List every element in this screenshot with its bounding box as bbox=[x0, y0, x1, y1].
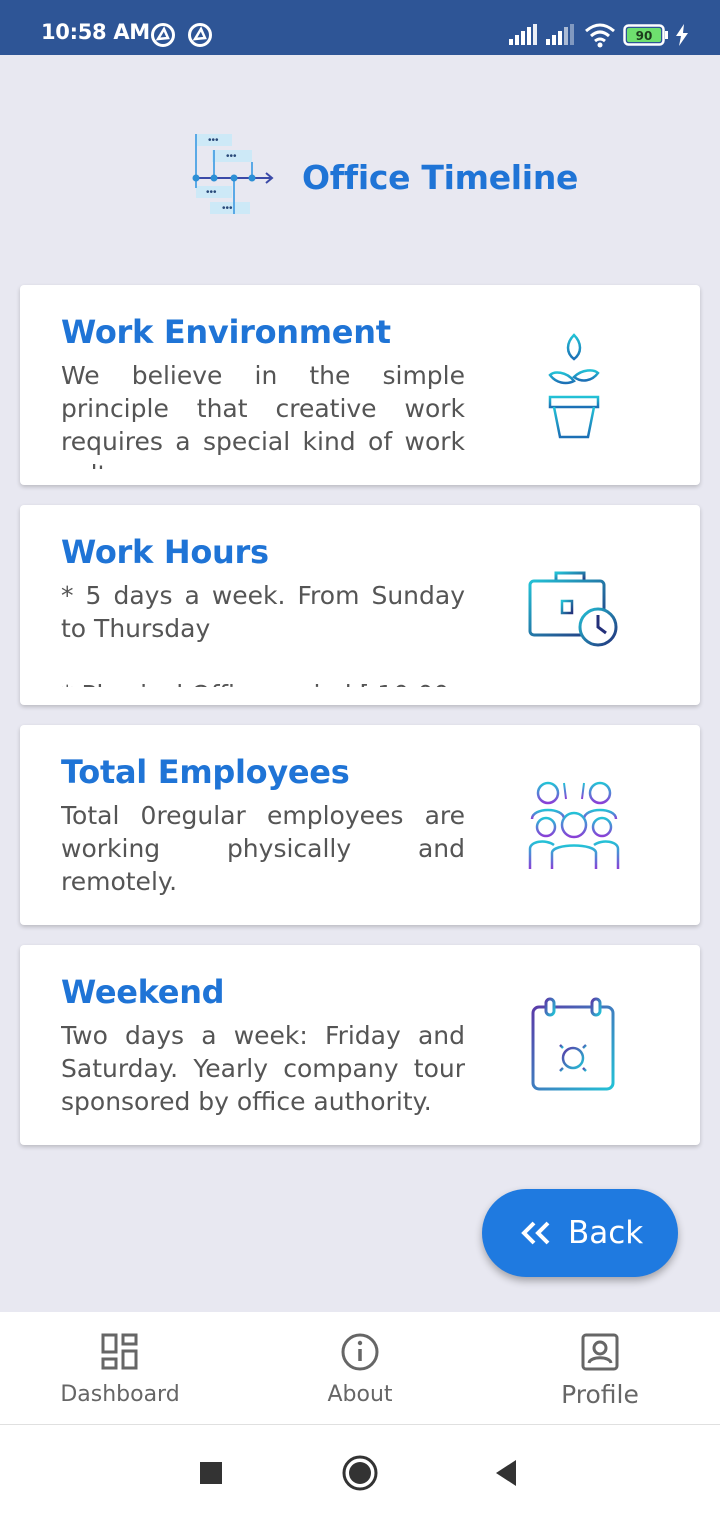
nav-item-about[interactable]: About bbox=[240, 1312, 480, 1424]
card-title: Work Hours bbox=[61, 533, 269, 571]
wifi-icon bbox=[584, 22, 616, 53]
double-chevron-left-icon bbox=[520, 1217, 552, 1254]
charging-icon bbox=[675, 24, 689, 51]
nav-item-profile[interactable]: Profile bbox=[480, 1312, 720, 1424]
bottom-nav: Dashboard About Profile bbox=[0, 1312, 720, 1424]
home-button[interactable] bbox=[341, 1454, 379, 1497]
svg-text:•••: ••• bbox=[222, 203, 233, 214]
dashboard-icon bbox=[100, 1332, 140, 1377]
calendar-sun-icon bbox=[530, 997, 616, 1098]
back-button[interactable]: Back bbox=[482, 1189, 678, 1277]
team-icon bbox=[524, 775, 624, 880]
battery-level: 90 bbox=[636, 29, 653, 43]
nav-item-dashboard[interactable]: Dashboard bbox=[0, 1312, 240, 1424]
battery-icon: 90 bbox=[623, 23, 671, 52]
nav-label: About bbox=[327, 1382, 393, 1407]
card-title: Weekend bbox=[61, 973, 225, 1011]
info-icon bbox=[340, 1332, 380, 1377]
back-nav-button[interactable] bbox=[494, 1459, 518, 1492]
card-weekend[interactable]: Weekend Two days a week: Friday and Satu… bbox=[20, 945, 700, 1145]
card-body: We believe in the simple principle that … bbox=[61, 361, 465, 469]
page-title: Office Timeline bbox=[302, 158, 579, 197]
back-button-label: Back bbox=[568, 1215, 644, 1251]
svg-text:•••: ••• bbox=[206, 187, 217, 198]
nav-label: Profile bbox=[561, 1380, 639, 1409]
plant-icon bbox=[532, 325, 616, 450]
status-time: 10:58 AM bbox=[41, 20, 150, 44]
card-body: Two days a week: Friday and Saturday. Ye… bbox=[61, 1021, 465, 1116]
signal-icon bbox=[545, 24, 575, 51]
card-title: Total Employees bbox=[61, 753, 350, 791]
card-body: * 5 days a week. From Sunday to Thursday… bbox=[61, 581, 465, 687]
nav-label: Dashboard bbox=[60, 1382, 180, 1407]
card-body: Total 0regular employees are working phy… bbox=[61, 801, 465, 896]
svg-text:•••: ••• bbox=[226, 151, 237, 162]
card-title: Work Environment bbox=[61, 313, 391, 351]
system-nav-bar bbox=[0, 1425, 720, 1520]
profile-icon bbox=[580, 1332, 620, 1377]
notification-icon bbox=[150, 22, 176, 53]
svg-text:•••: ••• bbox=[208, 135, 219, 146]
briefcase-clock-icon bbox=[526, 567, 622, 658]
page-header: ••• ••• ••• ••• Office Timeline bbox=[0, 120, 720, 230]
card-work-hours[interactable]: Work Hours * 5 days a week. From Sunday … bbox=[20, 505, 700, 705]
card-work-environment[interactable]: Work Environment We believe in the simpl… bbox=[20, 285, 700, 485]
timeline-icon: ••• ••• ••• ••• bbox=[188, 128, 278, 223]
status-bar: 10:58 AM 90 bbox=[0, 0, 720, 55]
signal-icon bbox=[508, 24, 538, 51]
recents-button[interactable] bbox=[199, 1461, 223, 1490]
notification-icon bbox=[187, 22, 213, 53]
card-total-employees[interactable]: Total Employees Total 0regular employees… bbox=[20, 725, 700, 925]
